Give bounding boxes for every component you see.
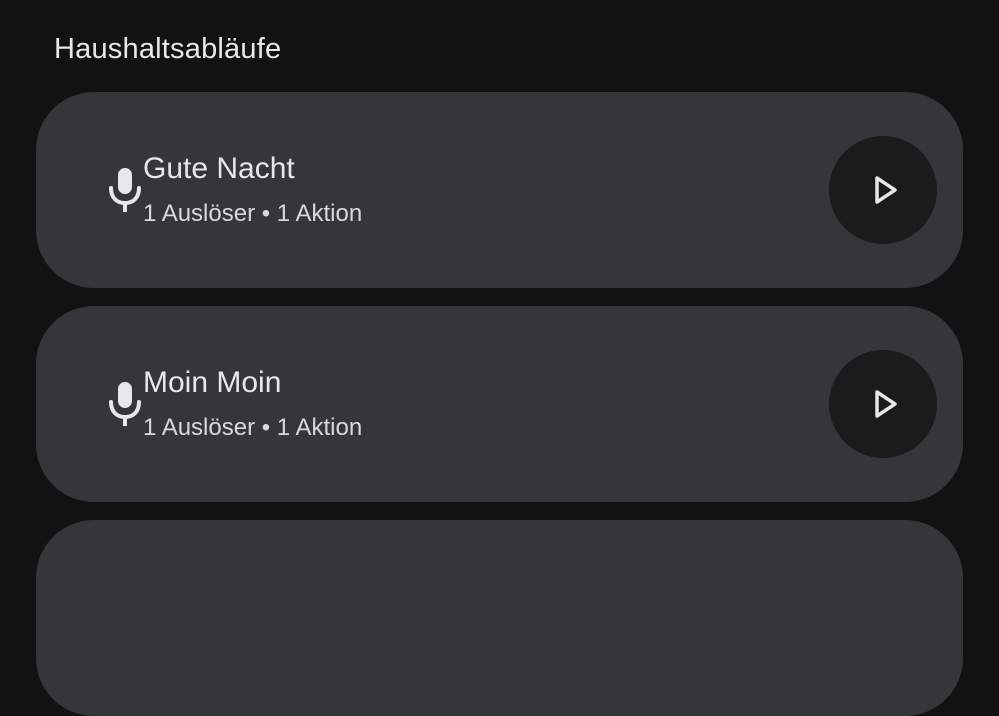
routine-name: Gute Nacht: [143, 152, 295, 185]
routine-card-moin-moin[interactable]: Moin Moin 1 Auslöser • 1 Aktion: [36, 306, 963, 502]
play-routine-button[interactable]: [829, 350, 937, 458]
microphone-icon: [106, 166, 144, 214]
routine-details: 1 Auslöser • 1 Aktion: [143, 200, 363, 227]
play-routine-button[interactable]: [829, 136, 937, 244]
play-icon: [875, 176, 897, 204]
section-title: Haushaltsabläufe: [54, 33, 282, 65]
play-icon: [875, 390, 897, 418]
routine-details: 1 Auslöser • 1 Aktion: [143, 414, 363, 441]
microphone-icon: [106, 380, 144, 428]
routine-card-gute-nacht[interactable]: Gute Nacht 1 Auslöser • 1 Aktion: [36, 92, 963, 288]
routine-card-partial[interactable]: [36, 520, 963, 716]
routine-name: Moin Moin: [143, 366, 282, 399]
